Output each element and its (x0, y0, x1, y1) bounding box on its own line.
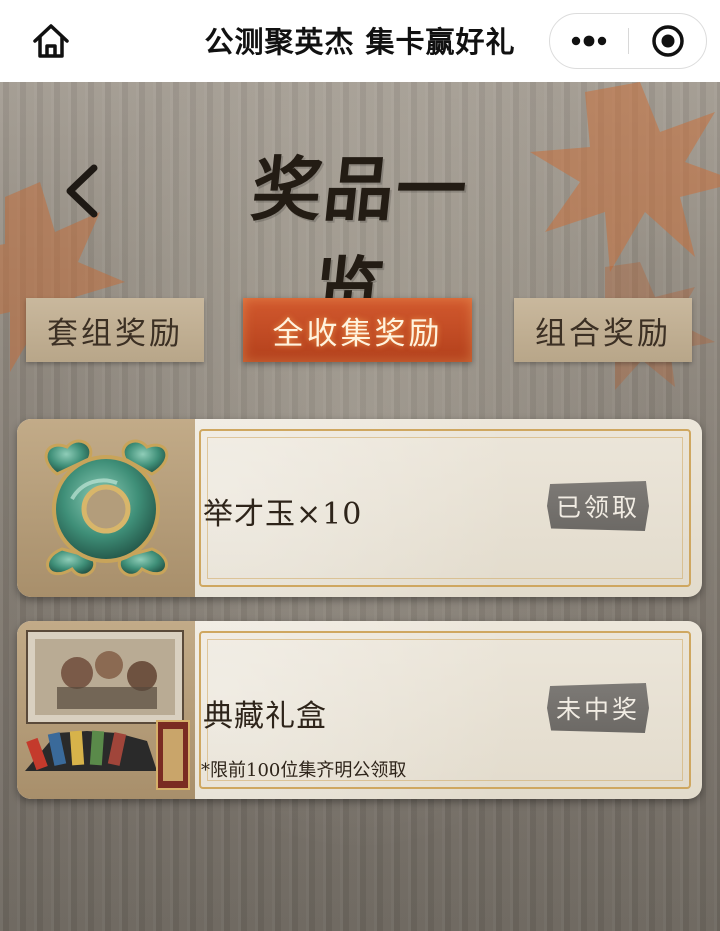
reward-note: *限前100位集齐明公领取 (201, 760, 407, 781)
more-button[interactable] (550, 14, 628, 68)
home-icon (33, 24, 69, 58)
status-badge: 未中奖 (547, 683, 649, 733)
mini-program-capsule (549, 13, 707, 69)
chevron-left-icon (66, 164, 98, 218)
tab-combo-rewards[interactable]: 组合奖励 (514, 298, 692, 362)
jade-ring-icon (44, 439, 169, 577)
reward-name: 举才玉×10 (203, 497, 363, 532)
tab-set-rewards[interactable]: 套组奖励 (26, 298, 204, 362)
reward-card: 典藏礼盒 *限前100位集齐明公领取 未中奖 (17, 621, 702, 799)
back-button[interactable] (56, 160, 108, 222)
more-dots-icon (571, 35, 607, 47)
page-title: 奖品一览 (247, 148, 473, 331)
reward-name: 典藏礼盒 (203, 699, 327, 734)
nav-title: 公测聚英杰 集卡赢好礼 (204, 25, 516, 59)
close-button[interactable] (629, 14, 707, 68)
gift-box-image (25, 630, 190, 790)
status-badge: 已领取 (547, 481, 649, 531)
target-close-icon (652, 25, 684, 57)
reward-card: 举才玉×10 已领取 (17, 419, 702, 597)
tab-full-collection-rewards[interactable]: 全收集奖励 (243, 298, 472, 362)
home-button[interactable] (26, 18, 76, 64)
reward-thumbnail (17, 621, 195, 799)
reward-thumbnail (17, 419, 195, 597)
